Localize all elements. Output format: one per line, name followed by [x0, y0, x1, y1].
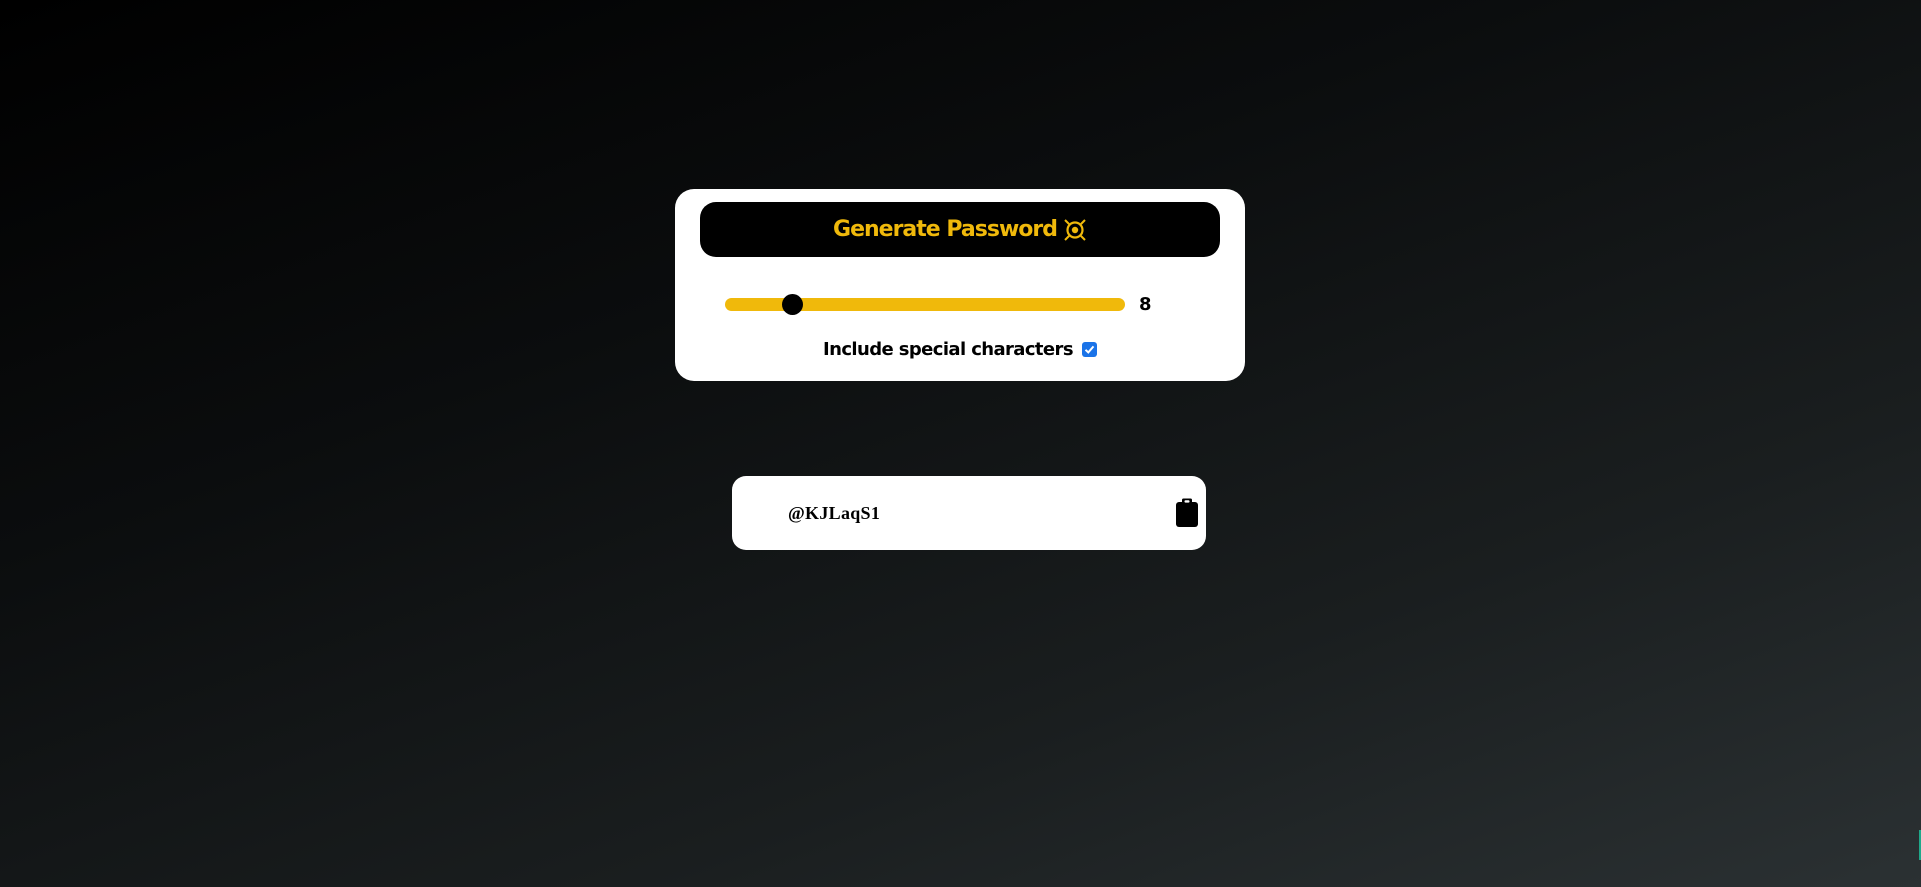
special-characters-label: Include special characters — [823, 338, 1073, 360]
checkmark-icon — [1084, 345, 1095, 354]
length-value: 8 — [1139, 294, 1152, 315]
special-characters-row: Include special characters — [675, 335, 1245, 363]
bitcoin-coin-icon — [1063, 218, 1087, 242]
special-characters-checkbox[interactable] — [1081, 341, 1097, 357]
length-slider-row: 8 — [725, 293, 1175, 317]
password-output[interactable]: @KJLaqS1 — [788, 476, 880, 550]
generate-password-button[interactable]: Generate Password — [700, 202, 1220, 257]
password-output-card: @KJLaqS1 — [732, 476, 1206, 550]
length-slider-thumb[interactable] — [781, 294, 803, 315]
generator-card: Generate Password 8 Include special char… — [675, 189, 1245, 381]
clipboard-icon[interactable] — [1173, 496, 1201, 530]
generate-password-label: Generate Password — [833, 217, 1058, 242]
